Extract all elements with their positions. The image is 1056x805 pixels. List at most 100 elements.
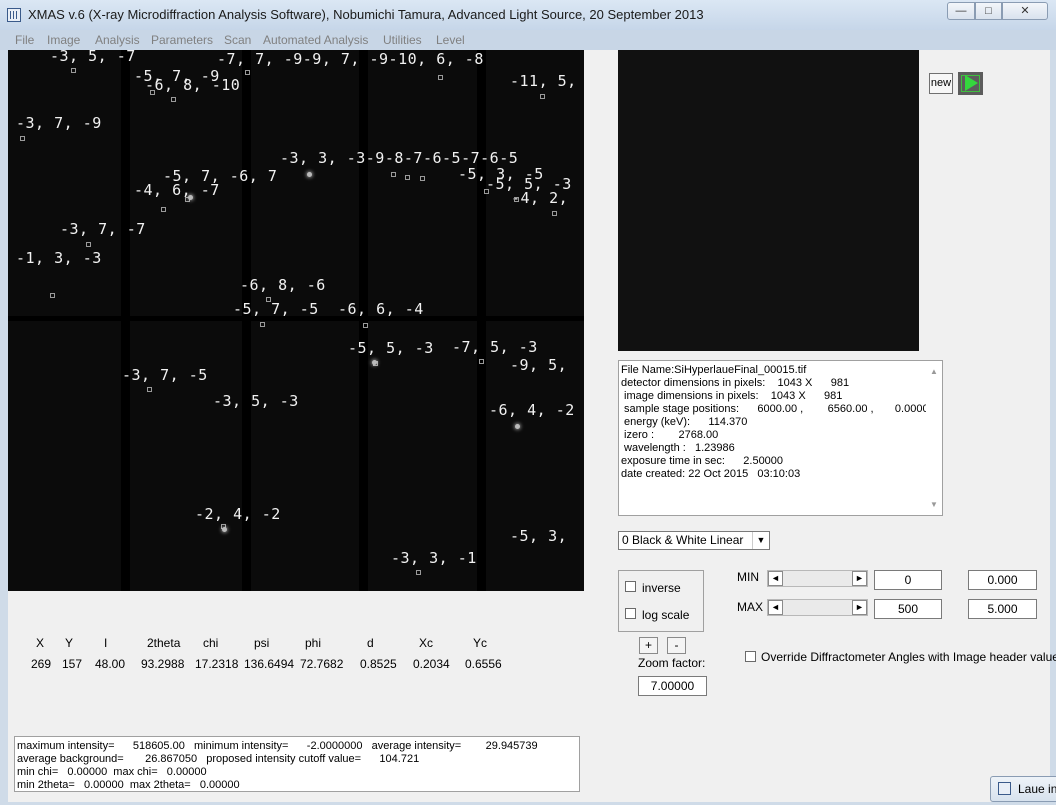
diffraction-spot	[515, 424, 520, 429]
reflection-label: -5, 5, -3	[486, 175, 572, 193]
inverse-checkbox[interactable]	[625, 581, 636, 592]
info-date: date created: 22 Oct 2015 03:10:03	[621, 468, 801, 480]
max-slider[interactable]: ◄ ►	[767, 599, 868, 616]
slider-left-icon[interactable]: ◄	[768, 571, 783, 586]
menu-file[interactable]: File	[15, 33, 34, 47]
max-scaled-field[interactable]: 5.000	[968, 599, 1037, 619]
info-izero: izero : 2768.00	[621, 429, 719, 441]
reflection-label: -2, 4, -2	[195, 505, 281, 523]
minimize-icon: —	[955, 5, 967, 17]
reflection-marker	[391, 172, 396, 177]
reflection-label: -11, 5,	[510, 72, 577, 90]
reflection-label: -6, 6, -4	[338, 300, 424, 318]
min-label: MIN	[737, 570, 759, 584]
zoom-in-button[interactable]: +	[639, 637, 658, 654]
diffraction-spot	[372, 360, 377, 365]
diffraction-spot	[188, 195, 193, 200]
reflection-marker	[147, 387, 152, 392]
reflection-label: -5, 3,	[510, 527, 568, 545]
app-icon	[7, 8, 21, 22]
reflection-marker	[86, 242, 91, 247]
override-angles-checkbox[interactable]	[745, 651, 756, 662]
info-exposure: exposure time in sec: 2.50000	[621, 455, 784, 467]
coord-header-d: d	[367, 636, 374, 650]
coord-header-i: I	[104, 636, 108, 650]
menu-utilities[interactable]: Utilities	[383, 33, 422, 47]
close-button[interactable]: ✕	[1002, 2, 1048, 20]
log-scale-checkbox[interactable]	[625, 608, 636, 619]
coord-value-chi: 17.2318	[195, 657, 239, 671]
menu-parameters[interactable]: Parameters	[151, 33, 213, 47]
play-icon[interactable]	[958, 72, 983, 95]
laue-taskbar-item[interactable]: Laue in	[990, 776, 1056, 802]
reflection-label: -7, 7, -9-9, 7, -9-10, 6, -8	[217, 50, 484, 68]
zoom-image[interactable]	[618, 50, 919, 351]
reflection-marker	[161, 207, 166, 212]
reflection-marker	[416, 570, 421, 575]
zoom-factor-field[interactable]: 7.00000	[638, 676, 707, 696]
scroll-down-icon[interactable]: ▼	[930, 500, 938, 509]
window-title: XMAS v.6 (X-ray Microdiffraction Analysi…	[28, 7, 704, 22]
info-scrollbar[interactable]: ▲ ▼	[926, 361, 942, 515]
reflection-marker	[50, 293, 55, 298]
info-wavelength: wavelength : 1.23986	[621, 442, 735, 454]
max-value-field[interactable]: 500	[874, 599, 942, 619]
chevron-down-icon[interactable]: ▼	[752, 532, 769, 549]
slider-left-icon[interactable]: ◄	[768, 600, 783, 615]
info-detector-dims: detector dimensions in pixels: 1043 X 98…	[621, 377, 850, 389]
coord-header-2theta: 2theta	[147, 636, 181, 650]
reflection-marker	[438, 75, 443, 80]
reflection-marker	[260, 322, 265, 327]
colormap-select[interactable]: 0 Black & White Linear ▼	[618, 531, 770, 550]
min-scaled-field[interactable]: 0.000	[968, 570, 1037, 590]
reflection-marker	[484, 189, 489, 194]
stats-2theta: min 2theta= 0.00000 max 2theta= 0.00000	[17, 779, 240, 791]
menu-automated-analysis[interactable]: Automated Analysis	[263, 33, 368, 47]
reflection-marker	[171, 97, 176, 102]
reflection-label: -3, 5, -7	[50, 50, 136, 65]
override-angles-label: Override Diffractometer Angles with Imag…	[761, 650, 1056, 664]
reflection-marker	[552, 211, 557, 216]
coord-header-x: X	[36, 636, 45, 650]
maximize-button[interactable]: □	[975, 2, 1002, 20]
coord-header-yc: Yc	[473, 636, 488, 650]
reflection-marker	[71, 68, 76, 73]
detector-image[interactable]: -3, 5, -7 -7, 7, -9-9, 7, -9-10, 6, -8 -…	[8, 50, 584, 591]
coord-value-psi: 136.6494	[244, 657, 295, 671]
new-button[interactable]: new	[929, 73, 953, 94]
coord-value-x: 269	[31, 657, 52, 671]
reflection-marker	[266, 297, 271, 302]
reflection-label: -5, 5, -3	[348, 339, 434, 357]
slider-right-icon[interactable]: ►	[852, 600, 867, 615]
intensity-stats-box[interactable]: maximum intensity= 518605.00 minimum int…	[14, 736, 580, 792]
scroll-up-icon[interactable]: ▲	[930, 367, 938, 376]
info-stage-positions: sample stage positions: 6000.00 , 6560.0…	[621, 403, 941, 415]
coord-value-d: 0.8525	[360, 657, 397, 671]
title-bar: XMAS v.6 (X-ray Microdiffraction Analysi…	[0, 0, 1056, 30]
menu-image[interactable]: Image	[47, 33, 80, 47]
maximize-icon: □	[985, 5, 992, 17]
reflection-marker	[405, 175, 410, 180]
stats-intensity: maximum intensity= 518605.00 minimum int…	[17, 740, 538, 752]
coord-header-phi: phi	[305, 636, 322, 650]
minimize-button[interactable]: —	[947, 2, 975, 20]
menu-scan[interactable]: Scan	[224, 33, 251, 47]
reflection-marker	[363, 323, 368, 328]
reflection-label: -3, 5, -3	[213, 392, 299, 410]
zoom-factor-label: Zoom factor:	[638, 656, 706, 670]
diffraction-spot	[222, 527, 227, 532]
min-slider[interactable]: ◄ ►	[767, 570, 868, 587]
diffraction-spot	[307, 172, 312, 177]
display-options-group	[618, 570, 704, 632]
reflection-marker	[245, 70, 250, 75]
slider-right-icon[interactable]: ►	[852, 571, 867, 586]
menu-analysis[interactable]: Analysis	[95, 33, 140, 47]
coord-header-y: Y	[65, 636, 74, 650]
image-info-box[interactable]: File Name:SiHyperlaueFinal_00015.tif det…	[618, 360, 943, 516]
zoom-out-button[interactable]: -	[667, 637, 686, 654]
min-value-field[interactable]: 0	[874, 570, 942, 590]
reflection-marker	[20, 136, 25, 141]
info-energy: energy (keV): 114.370	[621, 416, 748, 428]
reflection-marker	[540, 94, 545, 99]
menu-level[interactable]: Level	[436, 33, 465, 47]
